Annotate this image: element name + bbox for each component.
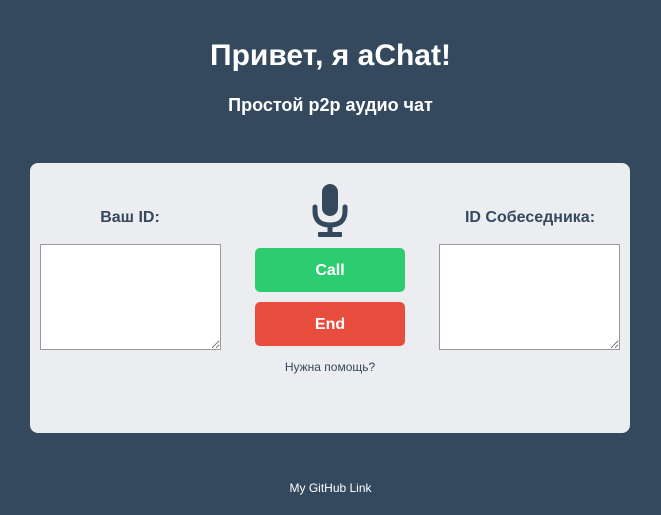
peer-id-field[interactable] bbox=[439, 244, 620, 350]
page-subtitle: Простой p2p аудио чат bbox=[228, 95, 433, 115]
peer-id-label: ID Собеседника: bbox=[464, 209, 596, 226]
microphone-icon bbox=[312, 184, 348, 237]
github-link[interactable]: My GitHub Link bbox=[0, 480, 661, 496]
your-id-label: Ваш ID: bbox=[100, 209, 160, 226]
page-title: Привет, я aChat! bbox=[210, 39, 451, 72]
chat-panel: Ваш ID: Call End Нужна помощь? ID Собесе… bbox=[30, 163, 630, 433]
help-link[interactable]: Нужна помощь? bbox=[230, 359, 430, 375]
page: Привет, я aChat! Простой p2p аудио чат В… bbox=[0, 0, 661, 515]
call-button[interactable]: Call bbox=[255, 248, 405, 292]
end-button[interactable]: End bbox=[255, 302, 405, 346]
your-id-field[interactable] bbox=[40, 244, 221, 350]
